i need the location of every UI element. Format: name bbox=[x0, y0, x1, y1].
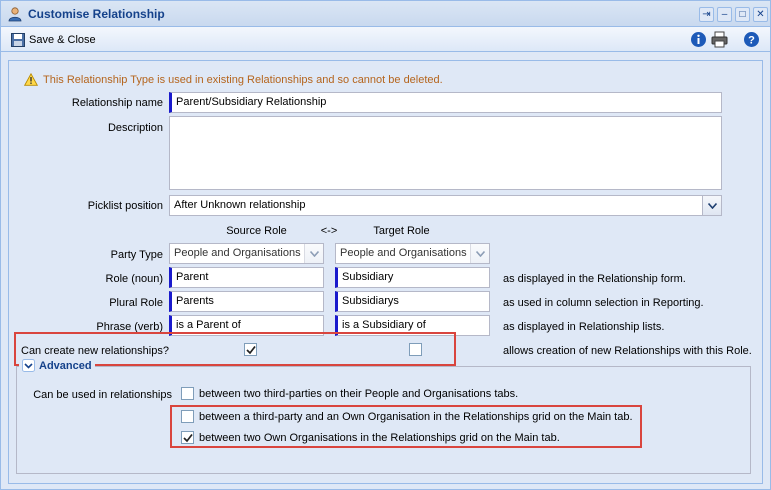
phrase-hint: as displayed in Relationship lists. bbox=[503, 321, 665, 333]
print-icon[interactable] bbox=[711, 31, 728, 48]
relationship-name-input[interactable]: Parent/Subsidiary Relationship bbox=[169, 92, 722, 113]
option-third-party-own-org-checkbox[interactable] bbox=[181, 410, 194, 423]
window-title: Customise Relationship bbox=[28, 7, 165, 21]
can-create-source-checkbox[interactable] bbox=[244, 343, 257, 356]
party-type-target-select[interactable]: People and Organisations bbox=[335, 243, 490, 264]
role-source-input[interactable]: Parent bbox=[169, 267, 324, 288]
role-hint: as displayed in the Relationship form. bbox=[503, 273, 686, 285]
help-icon[interactable]: ? bbox=[743, 31, 760, 48]
advanced-legend-label: Advanced bbox=[39, 359, 92, 372]
collapse-toggle-icon[interactable] bbox=[22, 359, 35, 372]
plural-target-input[interactable]: Subsidiarys bbox=[335, 291, 490, 312]
maximize-icon[interactable]: □ bbox=[735, 7, 750, 22]
toolbar: Save & Close ? bbox=[1, 27, 770, 52]
picklist-position-select[interactable]: After Unknown relationship bbox=[169, 195, 722, 216]
role-target-value: Subsidiary bbox=[342, 271, 394, 283]
option-two-own-orgs-label: between two Own Organisations in the Rel… bbox=[199, 431, 560, 444]
checkmark-icon bbox=[245, 345, 256, 354]
description-label: Description bbox=[107, 122, 163, 134]
warning-icon bbox=[24, 73, 38, 86]
plural-role-label: Plural Role bbox=[109, 297, 163, 309]
form-panel: This Relationship Type is used in existi… bbox=[8, 60, 763, 484]
plural-target-value: Subsidiarys bbox=[342, 295, 399, 307]
user-icon bbox=[8, 7, 22, 22]
can-create-label: Can create new relationships? bbox=[21, 345, 169, 357]
party-type-source-select[interactable]: People and Organisations bbox=[169, 243, 324, 264]
info-icon[interactable] bbox=[690, 31, 707, 48]
chevron-down-icon bbox=[304, 244, 323, 263]
option-third-parties-checkbox[interactable] bbox=[181, 387, 194, 400]
can-create-hint: allows creation of new Relationships wit… bbox=[503, 345, 752, 357]
option-two-own-orgs[interactable]: between two Own Organisations in the Rel… bbox=[181, 431, 560, 444]
picklist-position-label: Picklist position bbox=[87, 200, 163, 212]
option-two-own-orgs-checkbox[interactable] bbox=[181, 431, 194, 444]
plural-hint: as used in column selection in Reporting… bbox=[503, 297, 704, 309]
customise-relationship-window: Customise Relationship ⇥ – □ ✕ Save & Cl… bbox=[0, 0, 771, 490]
chevron-down-icon[interactable] bbox=[702, 196, 721, 215]
plural-source-value: Parents bbox=[176, 295, 214, 307]
can-create-target-checkbox[interactable] bbox=[409, 343, 422, 356]
close-icon[interactable]: ✕ bbox=[753, 7, 768, 22]
chevron-down-icon bbox=[470, 244, 489, 263]
save-close-label: Save & Close bbox=[29, 33, 96, 46]
role-target-input[interactable]: Subsidiary bbox=[335, 267, 490, 288]
checkmark-icon bbox=[182, 433, 193, 442]
relationship-name-value: Parent/Subsidiary Relationship bbox=[176, 96, 327, 108]
option-third-party-own-org[interactable]: between a third-party and an Own Organis… bbox=[181, 410, 633, 423]
party-type-target-value: People and Organisations bbox=[340, 247, 467, 259]
advanced-legend[interactable]: Advanced bbox=[19, 359, 95, 372]
source-role-header: Source Role bbox=[226, 225, 287, 237]
save-icon bbox=[11, 32, 25, 47]
target-role-header: Target Role bbox=[373, 225, 430, 237]
title-bar[interactable]: Customise Relationship ⇥ – □ ✕ bbox=[1, 1, 770, 27]
option-third-parties[interactable]: between two third-parties on their Peopl… bbox=[181, 387, 518, 400]
phrase-target-value: is a Subsidiary of bbox=[342, 319, 426, 331]
save-close-button[interactable]: Save & Close bbox=[11, 31, 96, 48]
phrase-source-value: is a Parent of bbox=[176, 319, 241, 331]
plural-source-input[interactable]: Parents bbox=[169, 291, 324, 312]
relationship-name-label: Relationship name bbox=[71, 97, 163, 109]
picklist-position-value: After Unknown relationship bbox=[174, 199, 306, 211]
minimize-icon[interactable]: – bbox=[717, 7, 732, 22]
role-arrow-header: <-> bbox=[320, 225, 338, 237]
option-third-party-own-org-label: between a third-party and an Own Organis… bbox=[199, 410, 633, 423]
svg-text:?: ? bbox=[748, 35, 755, 47]
description-textarea[interactable] bbox=[169, 116, 722, 190]
party-type-label: Party Type bbox=[110, 249, 163, 261]
pin-icon[interactable]: ⇥ bbox=[699, 7, 714, 22]
role-source-value: Parent bbox=[176, 271, 209, 283]
used-in-label: Can be used in relationships bbox=[33, 389, 172, 401]
warning-text: This Relationship Type is used in existi… bbox=[43, 73, 443, 86]
role-noun-label: Role (noun) bbox=[105, 273, 163, 285]
option-third-parties-label: between two third-parties on their Peopl… bbox=[199, 387, 519, 400]
warning-message: This Relationship Type is used in existi… bbox=[24, 73, 443, 86]
party-type-source-value: People and Organisations bbox=[174, 247, 301, 259]
